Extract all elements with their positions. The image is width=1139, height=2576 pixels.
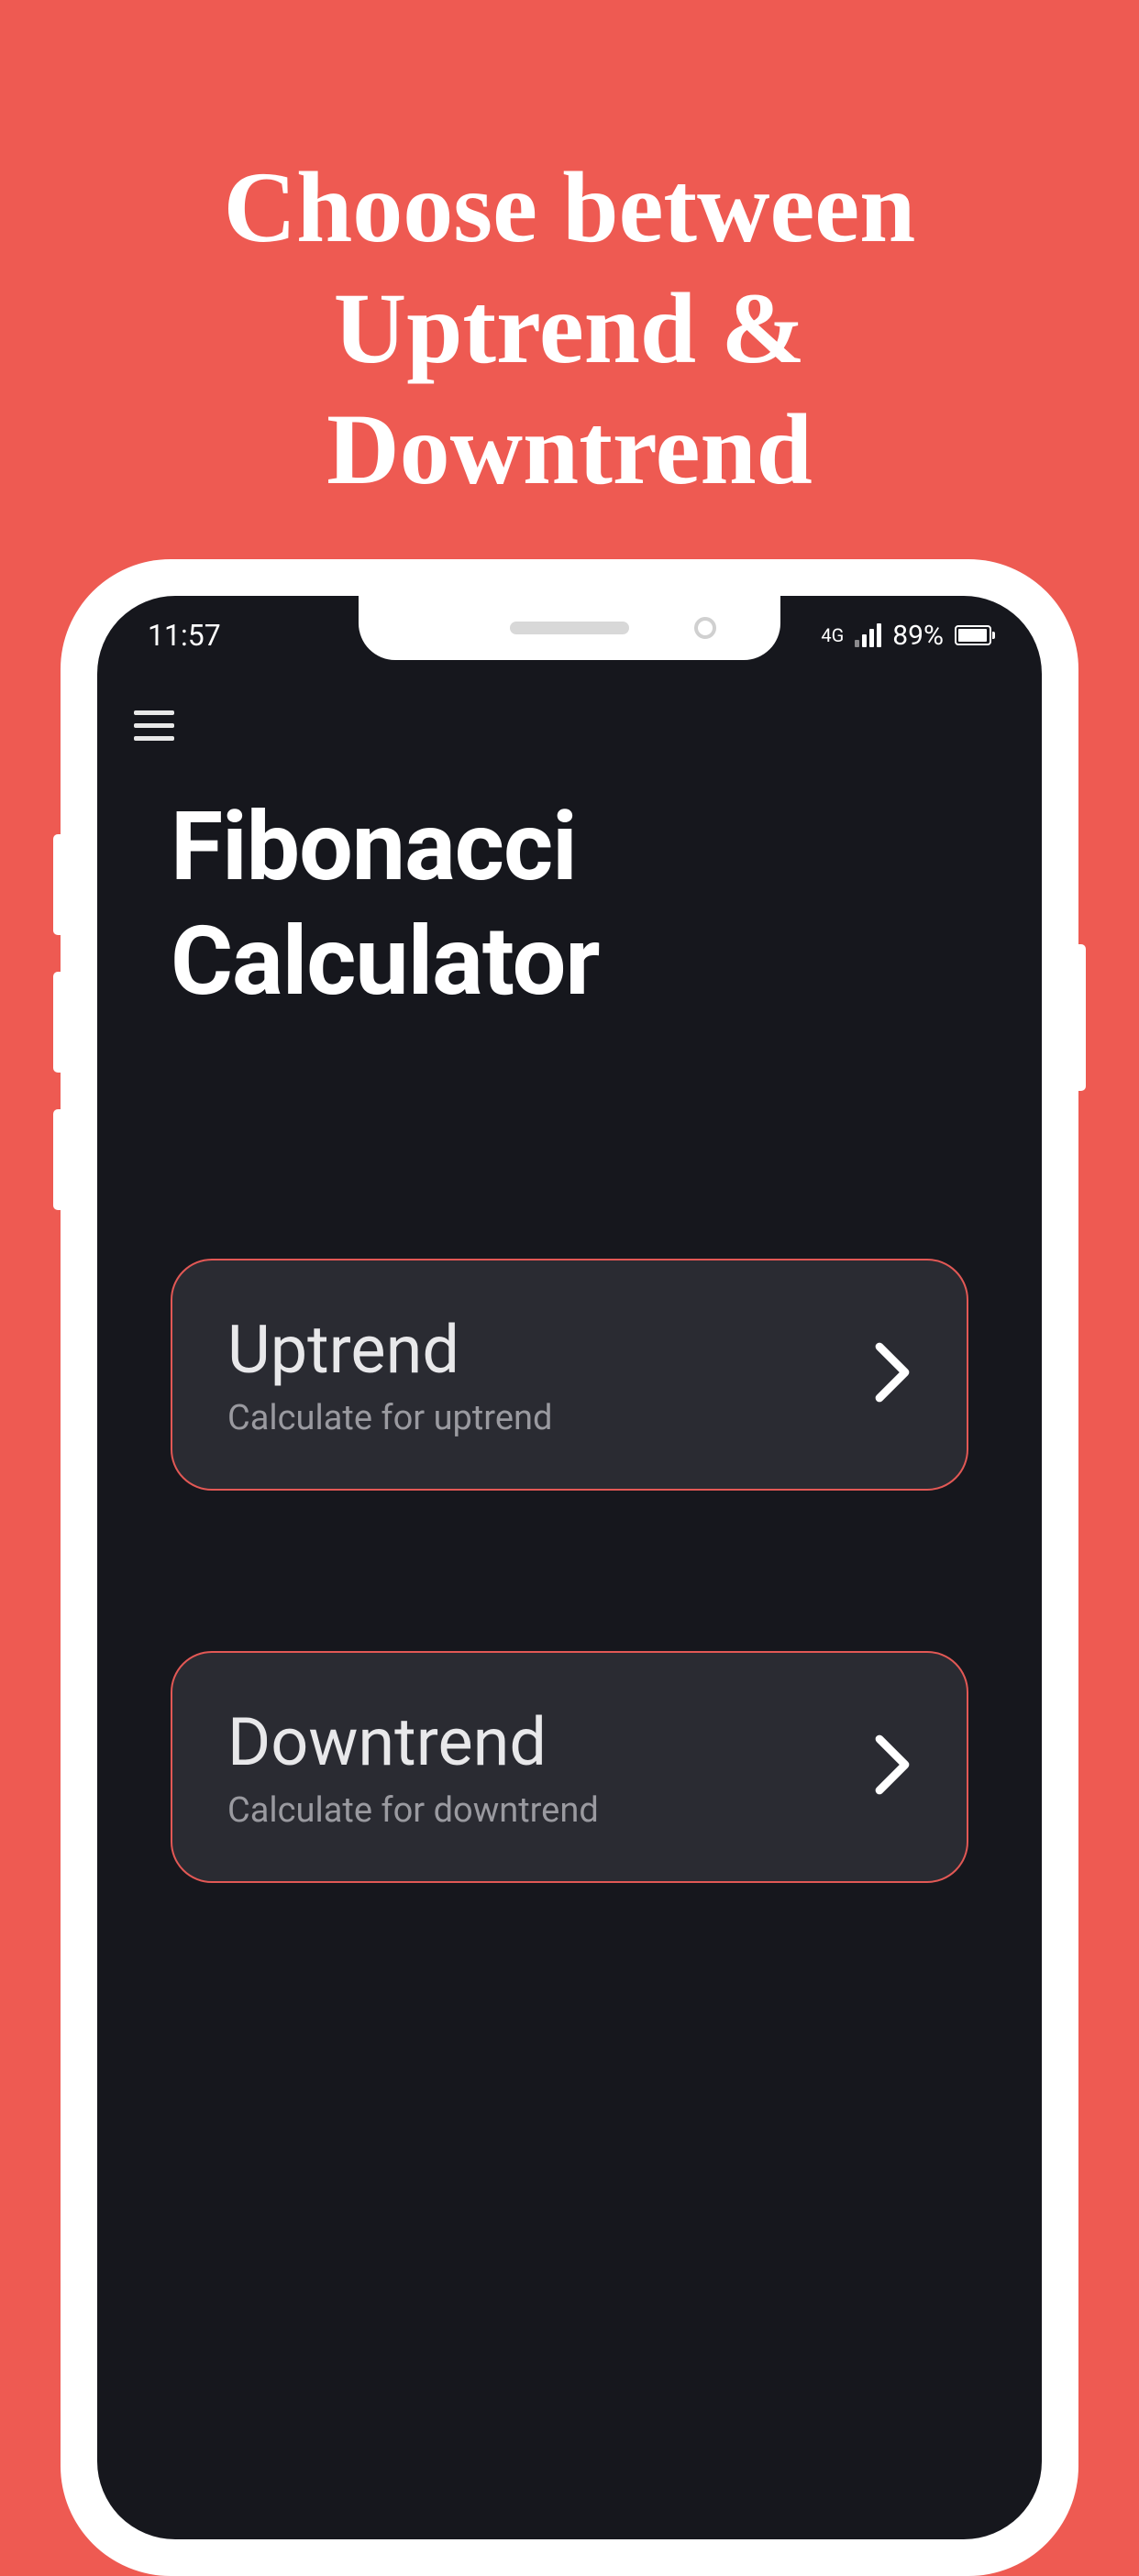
promo-heading: Choose between Uptrend & Downtrend [0,0,1139,510]
phone-volume-up [53,834,62,935]
hamburger-icon [134,710,174,741]
app-title-line-2: Calculator [171,906,1014,1020]
phone-switch [53,1109,62,1210]
option-subtitle: Calculate for downtrend [227,1790,599,1831]
phone-volume-down [53,972,62,1073]
option-subtitle: Calculate for uptrend [227,1398,552,1438]
option-title: Uptrend [227,1311,552,1389]
phone-screen: 11:57 4G 89% [97,596,1042,2539]
phone-side-buttons-left [53,834,62,1247]
app-title: Fibonacci Calculator [171,791,1014,1020]
option-text: Downtrend Calculate for downtrend [227,1703,599,1831]
promo-heading-line-1: Choose between [55,147,1084,268]
status-time: 11:57 [148,618,221,653]
phone-power-button [1077,944,1086,1091]
network-indicator: 4G [821,626,844,644]
downtrend-option[interactable]: Downtrend Calculate for downtrend [171,1651,968,1883]
app-title-line-1: Fibonacci [171,791,1014,906]
promo-heading-line-2: Uptrend & [55,268,1084,389]
battery-percent: 89% [892,620,944,652]
status-bar: 11:57 4G 89% [97,612,1042,658]
menu-button[interactable] [125,701,183,750]
uptrend-option[interactable]: Uptrend Calculate for uptrend [171,1259,968,1491]
app-content: Fibonacci Calculator Uptrend Calculate f… [97,701,1042,1883]
promo-heading-line-3: Downtrend [55,389,1084,510]
options-container: Uptrend Calculate for uptrend Downtrend … [125,1259,1014,1883]
signal-icon [855,623,881,647]
chevron-right-icon [873,1340,912,1408]
option-text: Uptrend Calculate for uptrend [227,1311,552,1438]
phone-frame: 11:57 4G 89% [61,559,1078,2576]
status-right: 4G 89% [821,620,991,652]
chevron-right-icon [873,1733,912,1800]
battery-icon [955,625,991,645]
option-title: Downtrend [227,1703,599,1781]
